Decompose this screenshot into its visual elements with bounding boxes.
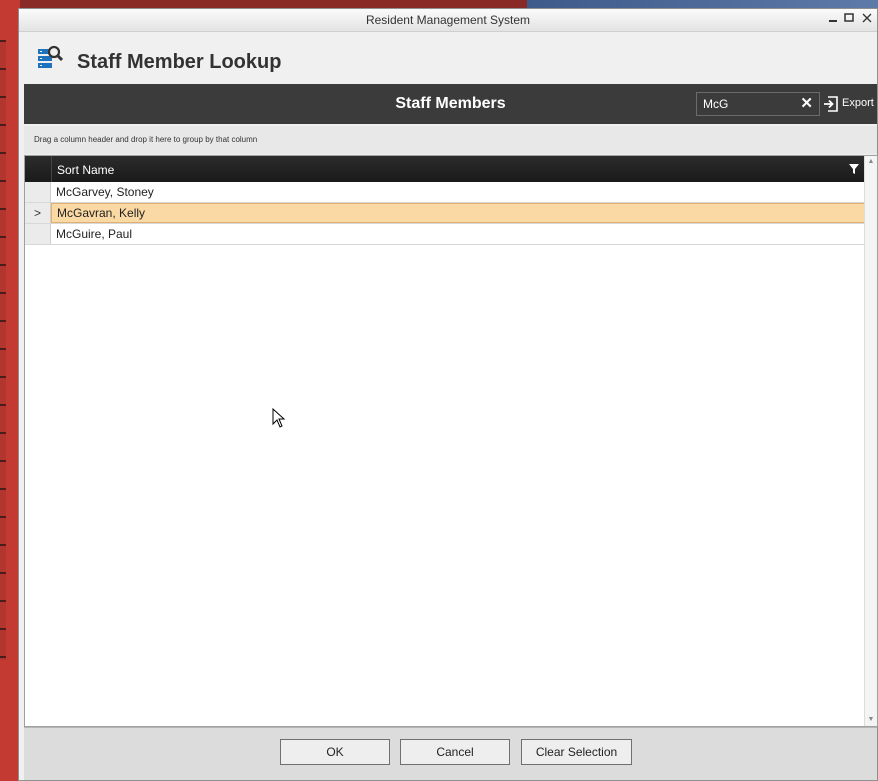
dialog-footer: OK Cancel Clear Selection bbox=[24, 727, 877, 780]
mouse-cursor-icon bbox=[272, 408, 286, 428]
search-input[interactable] bbox=[703, 95, 795, 113]
grid-header: Sort Name bbox=[25, 156, 865, 182]
export-label: Export bbox=[842, 97, 874, 109]
cell-sort-name[interactable]: McGuire, Paul bbox=[51, 224, 866, 244]
minimize-button[interactable] bbox=[825, 11, 841, 27]
staff-lookup-icon bbox=[38, 45, 63, 68]
filter-icon[interactable] bbox=[849, 163, 859, 175]
minimize-icon bbox=[829, 20, 837, 22]
row-selector[interactable] bbox=[25, 182, 51, 202]
ok-button[interactable]: OK bbox=[280, 739, 390, 765]
clear-selection-button[interactable]: Clear Selection bbox=[521, 739, 632, 765]
cell-sort-name[interactable]: McGarvey, Stoney bbox=[51, 182, 866, 202]
page-title: Staff Member Lookup bbox=[77, 51, 282, 73]
select-all-header[interactable] bbox=[25, 156, 52, 182]
table-row-selected[interactable]: > McGavran, Kelly bbox=[25, 203, 866, 224]
row-selector[interactable]: > bbox=[25, 203, 51, 223]
maximize-button[interactable] bbox=[841, 11, 857, 27]
grid-rows: McGarvey, Stoney > McGavran, Kelly McGui… bbox=[25, 182, 866, 245]
table-row[interactable]: McGarvey, Stoney bbox=[25, 182, 866, 203]
cancel-button[interactable]: Cancel bbox=[400, 739, 510, 765]
window-title: Resident Management System bbox=[365, 13, 531, 27]
vertical-scrollbar[interactable]: ▲ ▼ bbox=[864, 156, 877, 726]
close-icon bbox=[862, 13, 872, 23]
cell-sort-name[interactable]: McGavran, Kelly bbox=[51, 203, 866, 223]
export-icon bbox=[824, 96, 838, 112]
scroll-down-icon[interactable]: ▼ bbox=[865, 714, 877, 726]
desktop-background-left bbox=[0, 0, 20, 781]
close-button[interactable] bbox=[859, 11, 875, 27]
desktop-edge-decoration bbox=[0, 40, 6, 660]
group-by-panel[interactable]: Drag a column header and drop it here to… bbox=[24, 126, 877, 154]
desktop-background bbox=[0, 0, 878, 8]
staff-grid[interactable]: Sort Name McGarvey, Stoney > McGavran, K… bbox=[24, 155, 878, 727]
lookup-header: Staff Member Lookup bbox=[19, 32, 877, 82]
maximize-icon bbox=[844, 13, 854, 22]
clear-search-icon[interactable]: ✕ bbox=[800, 96, 813, 112]
row-selector[interactable] bbox=[25, 224, 51, 244]
title-bar[interactable]: Resident Management System bbox=[19, 9, 877, 32]
column-header-sort-name[interactable]: Sort Name bbox=[57, 163, 114, 177]
group-by-hint: Drag a column header and drop it here to… bbox=[34, 135, 258, 144]
app-window: Resident Management System Staff Member … bbox=[18, 8, 878, 781]
search-box[interactable]: ✕ bbox=[696, 92, 820, 116]
table-row[interactable]: McGuire, Paul bbox=[25, 224, 866, 245]
section-header: Staff Members ✕ Export bbox=[24, 84, 877, 124]
scroll-up-icon[interactable]: ▲ bbox=[865, 156, 877, 168]
